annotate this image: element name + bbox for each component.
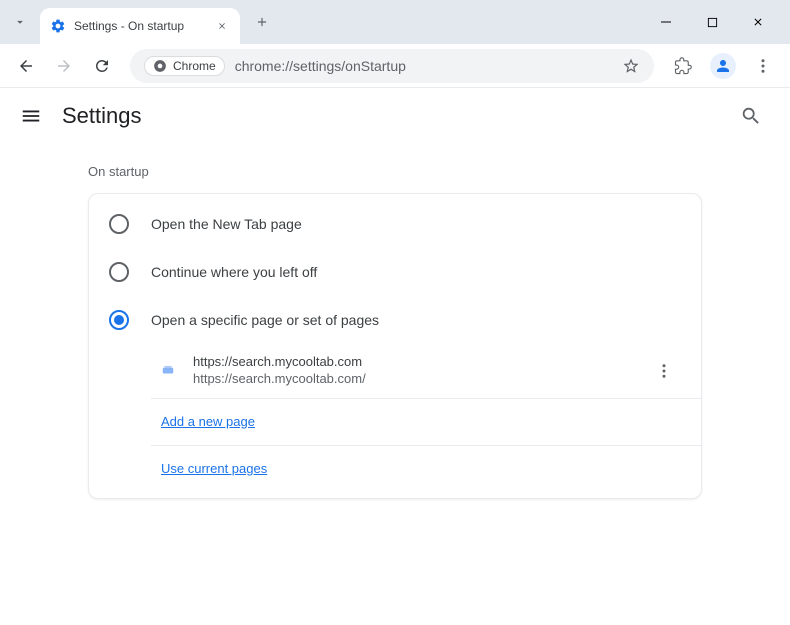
tab-search-button[interactable] bbox=[6, 8, 34, 36]
content-area: On startup Open the New Tab page Continu… bbox=[0, 144, 790, 499]
window-titlebar: Settings - On startup bbox=[0, 0, 790, 44]
maximize-button[interactable] bbox=[698, 8, 726, 36]
search-icon[interactable] bbox=[732, 97, 770, 135]
gear-icon bbox=[50, 18, 66, 34]
specific-pages-list: https://search.mycooltab.com https://sea… bbox=[89, 344, 701, 492]
url-text: chrome://settings/onStartup bbox=[235, 58, 406, 74]
reload-button[interactable] bbox=[86, 50, 118, 82]
settings-header: Settings bbox=[0, 88, 790, 144]
browser-tab[interactable]: Settings - On startup bbox=[40, 8, 240, 44]
use-current-link[interactable]: Use current pages bbox=[161, 461, 267, 476]
radio-option-new-tab[interactable]: Open the New Tab page bbox=[89, 200, 701, 248]
add-page-link[interactable]: Add a new page bbox=[161, 414, 255, 429]
chrome-chip: Chrome bbox=[144, 56, 225, 76]
forward-button[interactable] bbox=[48, 50, 80, 82]
profile-icon bbox=[710, 53, 736, 79]
tab-title: Settings - On startup bbox=[74, 19, 206, 33]
address-bar[interactable]: Chrome chrome://settings/onStartup bbox=[130, 49, 654, 83]
radio-label: Open a specific page or set of pages bbox=[151, 312, 379, 328]
extensions-icon[interactable] bbox=[666, 49, 700, 83]
chrome-chip-label: Chrome bbox=[173, 59, 216, 73]
section-label: On startup bbox=[0, 154, 790, 193]
radio-option-specific[interactable]: Open a specific page or set of pages bbox=[89, 296, 701, 344]
bookmark-star-icon[interactable] bbox=[622, 57, 640, 75]
page-title: Settings bbox=[62, 103, 142, 129]
startup-page-url: https://search.mycooltab.com/ bbox=[193, 371, 647, 388]
minimize-button[interactable] bbox=[652, 8, 680, 36]
startup-page-row: https://search.mycooltab.com https://sea… bbox=[151, 344, 701, 399]
radio-option-continue[interactable]: Continue where you left off bbox=[89, 248, 701, 296]
startup-options-card: Open the New Tab page Continue where you… bbox=[88, 193, 702, 499]
use-current-row: Use current pages bbox=[151, 446, 701, 492]
add-page-row: Add a new page bbox=[151, 399, 701, 446]
radio-icon bbox=[109, 262, 129, 282]
radio-icon-selected bbox=[109, 310, 129, 330]
startup-page-name: https://search.mycooltab.com bbox=[193, 354, 647, 371]
chrome-icon bbox=[153, 59, 167, 73]
profile-button[interactable] bbox=[706, 49, 740, 83]
browser-menu-button[interactable] bbox=[746, 49, 780, 83]
close-window-button[interactable] bbox=[744, 8, 772, 36]
radio-label: Continue where you left off bbox=[151, 264, 317, 280]
radio-icon bbox=[109, 214, 129, 234]
back-button[interactable] bbox=[10, 50, 42, 82]
page-actions-menu[interactable] bbox=[647, 354, 681, 388]
radio-label: Open the New Tab page bbox=[151, 216, 302, 232]
close-tab-button[interactable] bbox=[214, 18, 230, 34]
browser-toolbar: Chrome chrome://settings/onStartup bbox=[0, 44, 790, 88]
page-favicon-icon bbox=[161, 363, 177, 379]
menu-icon[interactable] bbox=[20, 105, 42, 127]
new-tab-button[interactable] bbox=[248, 8, 276, 36]
window-controls bbox=[652, 8, 782, 36]
